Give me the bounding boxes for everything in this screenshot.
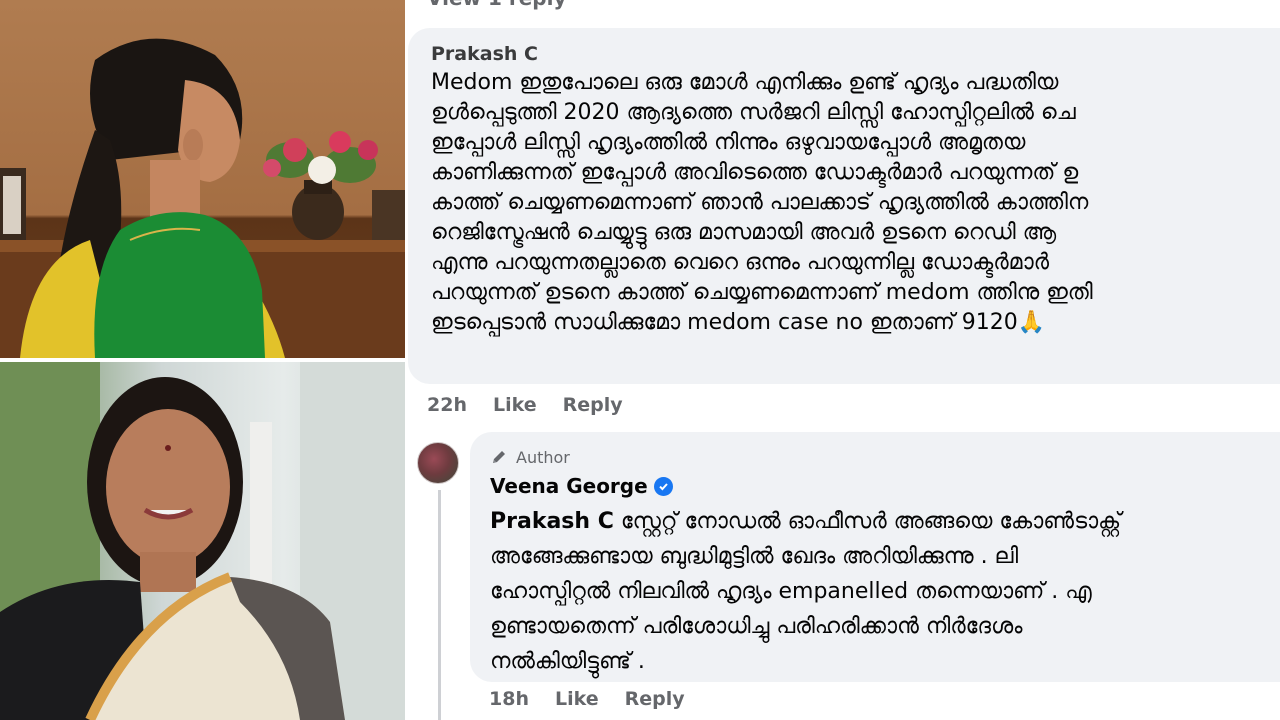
reply-line: അങ്ങേക്കുണ്ടായ ബുദ്ധിമുട്ടിൽ ഖേദം അറിയിക… [490,544,1019,569]
comment-author-name[interactable]: Prakash C [431,42,1280,66]
view-reply-link[interactable]: View 1 reply [427,0,567,10]
comment-line: പറയുന്നത് ഉടനെ കാത്ത് ചെയ്യണമെന്നാണ് med… [431,280,1093,305]
comment-timestamp[interactable]: 22h [427,394,467,416]
reply-line: ഹോസ്പിറ്റൽ നിലവിൽ ഹൃദ്യം empanelled തന്ന… [490,579,1092,604]
verified-badge-icon [653,476,673,496]
like-button[interactable]: Like [555,688,599,710]
like-button[interactable]: Like [493,394,537,416]
avatar[interactable] [417,442,459,484]
thread-connector-line [438,490,441,720]
reply-text: Prakash C സ്റ്റേറ്റ് നോഡൽ ഓഫീസർ അങ്ങയെ ക… [490,504,1280,679]
comment-line: ഉൾപ്പെടുത്തി 2020 ആദ്യത്തെ സർജറി ലിസ്സി … [431,100,1076,125]
comment-line: റെജിസ്ട്രേഷൻ ചെയ്യുട്ടു ഒരു മാസമായി അവർ … [431,220,1057,245]
pencil-icon [493,451,505,463]
photo-girl [0,0,405,358]
author-badge: Author [490,446,1280,468]
comment-line: Medom ഇതുപോലെ ഒരു മോൾ എനിക്കും ഉണ്ട് ഹൃദ… [431,70,1059,95]
author-badge-label: Author [516,447,570,467]
comment-line: ഇടപ്പെടാൻ സാധിക്കുമോ medom case no ഇതാണ്… [431,310,1046,335]
reply-bubble: Author Veena George Prakash C സ്റ്റേറ്റ്… [470,432,1280,682]
comment-bubble: Prakash C Medom ഇതുപോലെ ഒരു മോൾ എനിക്കും… [408,28,1280,384]
comment-meta: 22h Like Reply [427,394,623,416]
reply-timestamp[interactable]: 18h [489,688,529,710]
reply-line-text: സ്റ്റേറ്റ് നോഡൽ ഓഫീസർ അങ്ങയെ കോൺടാക്റ്റ് [613,509,1122,534]
mention-link[interactable]: Prakash C [490,509,614,534]
reply-author-row: Veena George [490,474,1280,498]
comment-line: ഇപ്പോൾ ലിസ്സി ഹൃദ്യംത്തിൽ നിന്നും ഒഴുവായ… [431,130,1026,155]
reply-line: ഉണ്ടായതെന്ന് പരിശോധിച്ചു പരിഹരിക്കാൻ നിർ… [490,614,1023,639]
comment-thread: View 1 reply Prakash C Medom ഇതുപോലെ ഒരു… [405,0,1280,720]
comment-line: എന്നു പറയുന്നതല്ലാതെ വെറെ ഒന്നും പറയുന്ന… [431,250,1050,275]
comment-text: Medom ഇതുപോലെ ഒരു മോൾ എനിക്കും ഉണ്ട് ഹൃദ… [431,68,1280,338]
reply-line: നൽകിയിട്ടുണ്ട് . [490,649,645,674]
reply-author-name[interactable]: Veena George [490,474,648,498]
comment-line: കാത്ത് ചെയ്യണമെന്നാണ് ഞാൻ പാലക്കാട് ഹൃദ്… [431,190,1089,215]
reply-button[interactable]: Reply [625,688,685,710]
comment-line: കാണിക്കുന്നത് ഇപ്പോൾ അവിടെത്തെ ഡോക്ടർമാർ… [431,160,1079,185]
reply-meta: 18h Like Reply [489,688,685,710]
photo-minister [0,362,405,720]
reply-line: Prakash C സ്റ്റേറ്റ് നോഡൽ ഓഫീസർ അങ്ങയെ ക… [490,504,1280,539]
reply-button[interactable]: Reply [563,394,623,416]
